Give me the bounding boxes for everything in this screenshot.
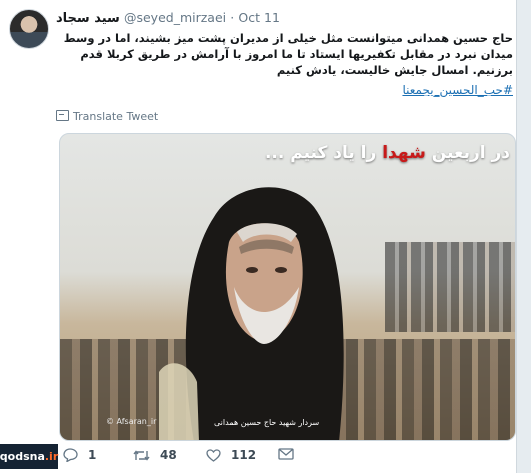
- translate-label: Translate Tweet: [73, 110, 159, 123]
- background-crowd: [385, 242, 515, 332]
- watermark-prefix: qodsna: [0, 450, 45, 463]
- retweet-icon: [133, 449, 150, 461]
- retweet-count: 48: [160, 448, 177, 462]
- image-caption: سردار شهید حاج حسین همدانی: [214, 418, 320, 427]
- reply-icon: [63, 448, 78, 462]
- banner-highlight: شهدا: [382, 143, 426, 163]
- site-watermark: qodsna .ir: [0, 444, 58, 469]
- reply-count: 1: [88, 448, 97, 462]
- separator-dot: ·: [230, 10, 235, 25]
- watermark-suffix: .ir: [44, 450, 59, 463]
- globe-icon: [56, 110, 69, 121]
- like-count: 112: [231, 448, 257, 462]
- display-name[interactable]: سید سجاد: [56, 11, 120, 26]
- reply-button[interactable]: 1: [63, 448, 96, 462]
- translate-tweet-button[interactable]: Translate Tweet: [56, 110, 158, 123]
- window-scroll-edge: [516, 0, 531, 473]
- tweet-date[interactable]: Oct 11: [238, 10, 280, 25]
- image-banner-text: در اربعین شهدا را یاد کنیم ...: [260, 143, 510, 163]
- banner-prefix: در اربعین: [431, 143, 510, 163]
- avatar[interactable]: [9, 9, 49, 49]
- banner-suffix: را یاد کنیم ...: [264, 143, 377, 163]
- envelope-icon: [278, 448, 294, 460]
- tweet-header: سید سجاد @seyed_mirzaei · Oct 11: [56, 10, 516, 30]
- heart-icon: [206, 448, 221, 462]
- tweet-text: حاج حسین همدانی میتوانست مثل خیلی از مدی…: [63, 31, 513, 77]
- image-watermark: © Afsaran_ir: [106, 417, 157, 426]
- portrait-figure: [159, 187, 344, 440]
- user-handle[interactable]: @seyed_mirzaei: [124, 10, 226, 25]
- retweet-button[interactable]: 48: [133, 448, 177, 462]
- direct-message-button[interactable]: [278, 448, 294, 460]
- tweet-media-image[interactable]: در اربعین شهدا را یاد کنیم ... © Afsaran…: [59, 133, 516, 441]
- tweet-actions: 1 48 112: [63, 448, 423, 468]
- like-button[interactable]: 112: [206, 448, 256, 462]
- hashtag-link[interactable]: #حب_الحسين_يجمعنا: [402, 83, 513, 97]
